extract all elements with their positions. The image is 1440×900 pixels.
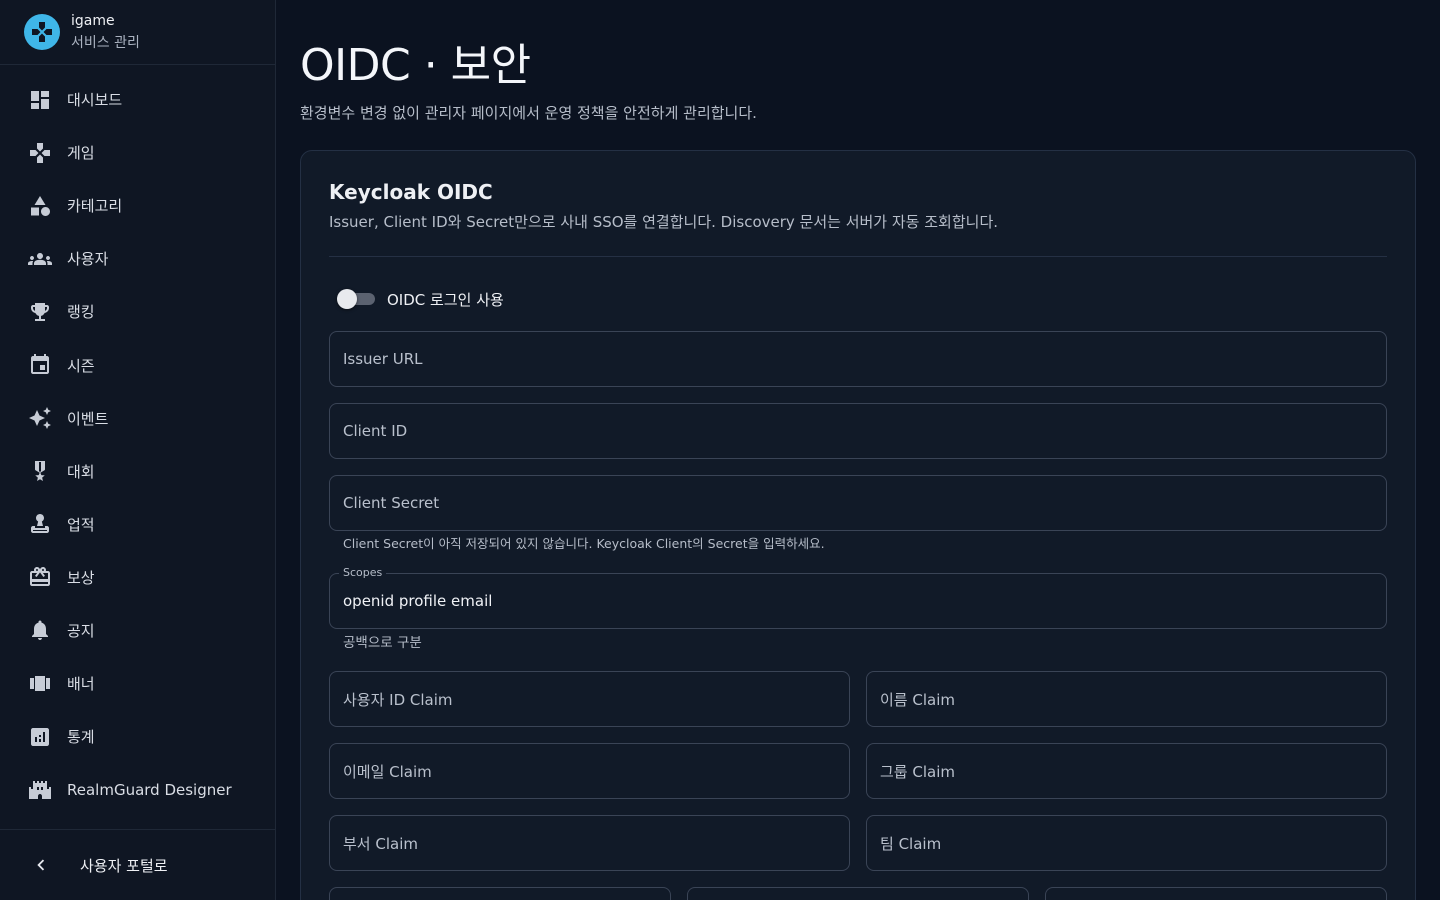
department-claim-input[interactable]: 부서 Claim [329, 815, 850, 871]
additional-claim-input-2[interactable] [687, 887, 1029, 900]
sidebar-item-label: 시즌 [67, 356, 95, 375]
sidebar-item-rewards[interactable]: 보상 [0, 551, 275, 604]
team-claim-placeholder: 팀 Claim [880, 834, 942, 853]
toggle-thumb [337, 289, 357, 309]
additional-claim-input-3[interactable] [1045, 887, 1387, 900]
client-secret-placeholder: Client Secret [343, 494, 440, 512]
group-claim-placeholder: 그룹 Claim [880, 762, 955, 781]
client-secret-input[interactable]: Client Secret [329, 475, 1387, 531]
sidebar-item-realmguard-designer[interactable]: RealmGuard Designer [0, 763, 275, 816]
chevron-left-icon [28, 852, 54, 878]
sidebar-item-label: 랭킹 [67, 303, 95, 322]
oidc-login-toggle[interactable] [337, 289, 375, 309]
issuer-url-input[interactable]: Issuer URL [329, 331, 1387, 387]
category-icon [27, 193, 53, 219]
bell-icon [27, 617, 53, 643]
additional-claim-input-1[interactable] [329, 887, 671, 900]
sidebar-item-label: 대회 [67, 462, 95, 481]
name-claim-input[interactable]: 이름 Claim [866, 671, 1387, 727]
sidebar-item-users[interactable]: 사용자 [0, 232, 275, 285]
sidebar: igame 서비스 관리 대시보드 게임 카테고리 사용자 랭킹 시즌 이벤트 … [0, 0, 276, 900]
medal-icon [27, 458, 53, 484]
department-claim-placeholder: 부서 Claim [343, 834, 418, 853]
sidebar-item-seasons[interactable]: 시즌 [0, 338, 275, 391]
client-id-input[interactable]: Client ID [329, 403, 1387, 459]
banner-icon [27, 671, 53, 697]
client-secret-helper: Client Secret이 아직 저장되어 있지 않습니다. Keycloak… [343, 536, 825, 551]
issuer-url-placeholder: Issuer URL [343, 350, 423, 368]
sidebar-item-label: 배너 [67, 675, 95, 694]
email-claim-placeholder: 이메일 Claim [343, 762, 432, 781]
page-description: 환경변수 변경 없이 관리자 페이지에서 운영 정책을 안전하게 관리합니다. [300, 104, 757, 122]
sidebar-item-games[interactable]: 게임 [0, 126, 275, 179]
sidebar-item-label: 대시보드 [67, 91, 123, 110]
page-title: OIDC · 보안 [300, 40, 531, 91]
sidebar-item-label: RealmGuard Designer [67, 780, 232, 799]
scopes-label: Scopes [339, 566, 387, 580]
scopes-helper: 공백으로 구분 [343, 635, 422, 651]
sidebar-item-achievements[interactable]: 업적 [0, 498, 275, 551]
sidebar-item-dashboard[interactable]: 대시보드 [0, 73, 275, 126]
scopes-input[interactable]: Scopes openid profile email [329, 566, 1387, 629]
scopes-value: openid profile email [343, 592, 493, 610]
sidebar-item-label: 업적 [67, 515, 95, 534]
sparkle-icon [27, 405, 53, 431]
brand[interactable]: igame 서비스 관리 [0, 0, 275, 65]
sidebar-item-label: 게임 [67, 144, 95, 163]
achievement-icon [27, 511, 53, 537]
sidebar-item-banners[interactable]: 배너 [0, 657, 275, 710]
sidebar-item-tournaments[interactable]: 대회 [0, 445, 275, 498]
group-claim-input[interactable]: 그룹 Claim [866, 743, 1387, 799]
brand-name: igame [71, 13, 115, 29]
sidebar-item-label: 사용자 [67, 250, 109, 269]
claims-row-2: 이메일 Claim 그룹 Claim [329, 743, 1387, 799]
brand-logo-gamepad-icon [24, 14, 60, 50]
main-content: OIDC · 보안 환경변수 변경 없이 관리자 페이지에서 운영 정책을 안전… [300, 0, 1416, 900]
sidebar-item-label: 카테고리 [67, 197, 123, 216]
calendar-icon [27, 352, 53, 378]
dashboard-icon [27, 87, 53, 113]
oidc-login-toggle-row: OIDC 로그인 사용 [329, 287, 1387, 311]
user-portal-link[interactable]: 사용자 포털로 [0, 829, 275, 900]
sidebar-item-label: 통계 [67, 728, 95, 747]
divider [329, 256, 1387, 257]
user-id-claim-input[interactable]: 사용자 ID Claim [329, 671, 850, 727]
keycloak-oidc-card: Keycloak OIDC Issuer, Client ID와 Secret만… [300, 150, 1416, 900]
card-title: Keycloak OIDC [329, 180, 493, 204]
trophy-icon [27, 299, 53, 325]
sidebar-nav: 대시보드 게임 카테고리 사용자 랭킹 시즌 이벤트 대회 업적 보상 공지 배… [0, 65, 275, 816]
user-id-claim-placeholder: 사용자 ID Claim [343, 690, 453, 709]
gamepad-icon [27, 140, 53, 166]
castle-icon [27, 777, 53, 803]
sidebar-item-notices[interactable]: 공지 [0, 604, 275, 657]
claims-row-4 [329, 887, 1387, 900]
sidebar-item-label: 보상 [67, 568, 95, 587]
card-description: Issuer, Client ID와 Secret만으로 사내 SSO를 연결합… [329, 213, 999, 231]
sidebar-item-categories[interactable]: 카테고리 [0, 179, 275, 232]
brand-subtitle: 서비스 관리 [71, 35, 140, 51]
email-claim-input[interactable]: 이메일 Claim [329, 743, 850, 799]
claims-row-3: 부서 Claim 팀 Claim [329, 815, 1387, 871]
users-icon [27, 246, 53, 272]
user-portal-label: 사용자 포털로 [80, 856, 168, 875]
sidebar-item-label: 이벤트 [67, 409, 109, 428]
sidebar-item-statistics[interactable]: 통계 [0, 710, 275, 763]
sidebar-item-label: 공지 [67, 621, 95, 640]
gift-icon [27, 564, 53, 590]
chart-icon [27, 724, 53, 750]
client-id-placeholder: Client ID [343, 422, 408, 440]
sidebar-item-events[interactable]: 이벤트 [0, 392, 275, 445]
claims-row-1: 사용자 ID Claim 이름 Claim [329, 671, 1387, 727]
oidc-login-toggle-label: OIDC 로그인 사용 [387, 290, 504, 309]
name-claim-placeholder: 이름 Claim [880, 690, 955, 709]
sidebar-item-ranking[interactable]: 랭킹 [0, 285, 275, 338]
team-claim-input[interactable]: 팀 Claim [866, 815, 1387, 871]
